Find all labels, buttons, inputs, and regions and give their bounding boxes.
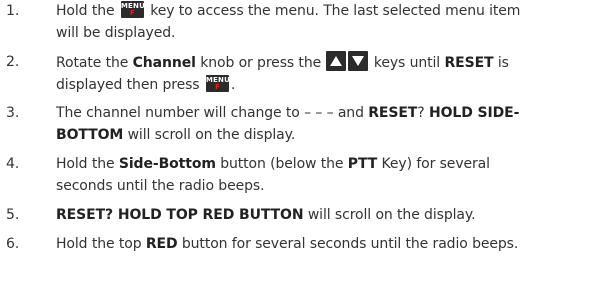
step-number: 1. — [6, 3, 20, 19]
instruction-list: 1. Hold the MENU F key to access the menu… — [0, 0, 602, 297]
down-arrow-key-icon — [348, 51, 369, 71]
menu-f-key-icon: MENU F — [120, 1, 145, 18]
step-number: 5. — [6, 207, 20, 223]
step-text: The channel number will change to – – – … — [56, 105, 520, 143]
step-number: 6. — [6, 236, 20, 252]
menu-f-key-icon: MENU F — [205, 75, 230, 92]
step-number: 3. — [6, 105, 20, 121]
step-text: RESET? HOLD TOP RED BUTTON will scroll o… — [56, 207, 476, 223]
step-number: 4. — [6, 156, 20, 172]
step-text: Rotate the Channel knob or press the key… — [56, 51, 600, 96]
step-text: Hold the top RED button for several seco… — [56, 236, 519, 252]
step-number: 2. — [6, 54, 20, 70]
up-arrow-key-icon — [326, 51, 347, 71]
step-text: Hold the MENU F key to access the menu. T… — [56, 1, 521, 41]
step-text: Hold the Side-Bottom button (below the P… — [56, 156, 490, 194]
